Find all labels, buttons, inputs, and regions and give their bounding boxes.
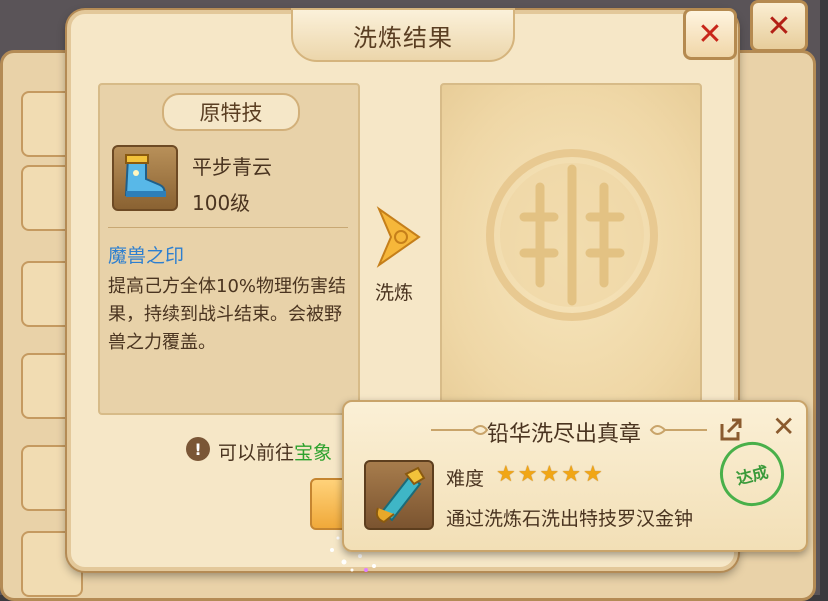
item-name: 平步青云 <box>192 155 272 179</box>
hint-prefix: 可以前往 <box>218 442 295 464</box>
difficulty-label: 难度 <box>446 468 485 490</box>
arrow-right-icon <box>373 205 425 269</box>
dialog-titlebar: 洗炼结果 <box>291 8 515 62</box>
original-skill-tag: 原特技 <box>162 93 300 131</box>
ornament-icon <box>649 425 707 435</box>
background-close-button[interactable]: ✕ <box>750 0 808 52</box>
star-icon: ★ <box>539 462 560 487</box>
original-skill-card: 原特技 平步青云 100级 魔兽之印 提高己方全体10%物理伤害结果，持续到战斗… <box>98 83 360 415</box>
star-icon: ★ <box>561 462 581 487</box>
divider <box>108 227 348 228</box>
refine-label: 洗炼 <box>375 282 414 304</box>
close-icon: ✕ <box>772 410 796 443</box>
boots-icon[interactable] <box>112 145 178 211</box>
star-icon: ★ <box>582 462 603 487</box>
dialog-title: 洗炼结果 <box>353 23 453 52</box>
result-panel <box>440 83 702 417</box>
item-level: 100级 <box>192 191 251 215</box>
achieved-stamp: 达成 <box>713 435 791 513</box>
achievement-description: 通过洗炼石洗出特技罗汉金钟 <box>446 508 694 530</box>
info-icon: ! <box>186 437 210 461</box>
close-button[interactable]: ✕ <box>683 8 737 60</box>
toast-close-button[interactable]: ✕ <box>772 410 795 443</box>
achievement-title: 铅华洗尽出真章 <box>486 422 641 447</box>
bell-item-icon[interactable] <box>364 460 434 530</box>
hint-link[interactable]: 宝象 <box>294 442 332 464</box>
skill-name[interactable]: 魔兽之印 <box>108 241 184 268</box>
seal-emblem-icon <box>486 149 658 321</box>
share-icon[interactable] <box>716 414 746 444</box>
star-icon: ★ <box>496 462 516 487</box>
achievement-toast: 铅华洗尽出真章 ✕ 难度 ★ ★ ★ ★ ★ 通过洗炼石洗出特技罗汉金钟 达成 <box>342 400 808 552</box>
close-icon: ✕ <box>697 16 723 52</box>
star-icon: ★ <box>517 462 538 487</box>
skill-description: 提高己方全体10%物理伤害结果，持续到战斗结束。会被野兽之力覆盖。 <box>108 276 347 353</box>
hint-text: 可以前往宝象 <box>218 438 332 465</box>
close-icon: ✕ <box>766 8 792 44</box>
difficulty-stars: ★ ★ ★ ★ ★ <box>496 462 603 487</box>
